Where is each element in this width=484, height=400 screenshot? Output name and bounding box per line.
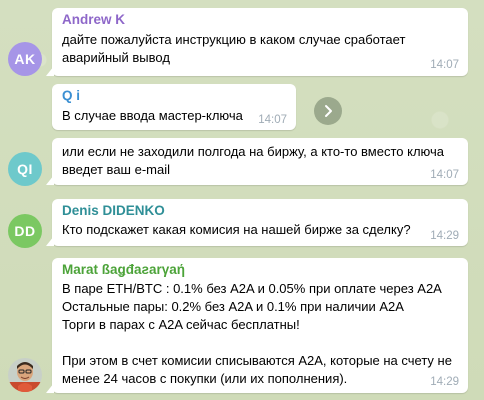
message-text-line: дайте пожалуйста инструкцию в каком случ… — [62, 32, 406, 47]
message-bubble[interactable]: или если не заходили полгода на биржу, а… — [46, 138, 468, 185]
message-bubble[interactable]: Marat ßaǥđaƨarγaή В паре ETH/BTC : 0.1% … — [46, 258, 468, 393]
sender-name[interactable]: Marat ßaǥđaƨarγaή — [62, 262, 185, 277]
message-text-line: В случае ввода мастер-ключа — [62, 108, 243, 123]
message-bubble[interactable]: Q i В случае ввода мастер-ключа 14:07 — [52, 84, 296, 130]
message-text-line: Остальные пары: 0.2% без A2A и 0.1% при … — [62, 299, 404, 314]
message-time: 14:07 — [258, 114, 287, 126]
chat-history[interactable]: AK Andrew K дайте пожалуйста инструкцию … — [0, 0, 484, 400]
message-text-line: При этом в счет комисии списываются A2A,… — [62, 353, 452, 368]
message-text-line: аварийный вывод — [62, 50, 170, 65]
message-bubble[interactable]: Denis DIDENKO Кто подскажет какая комиси… — [46, 199, 468, 246]
message-time: 14:07 — [430, 169, 459, 181]
chevron-right-icon[interactable] — [314, 97, 342, 125]
message-text-line: В паре ETH/BTC : 0.1% без A2A и 0.05% пр… — [62, 281, 442, 296]
message-time: 14:29 — [430, 230, 459, 242]
user-photo-icon[interactable] — [8, 358, 42, 392]
avatar[interactable]: DD — [8, 214, 42, 248]
message-text-line: или если не заходили полгода на биржу, а… — [62, 144, 445, 159]
avatar[interactable]: AK — [8, 42, 42, 76]
message-text-line: Кто подскажет какая комисия на нашей бир… — [62, 222, 411, 237]
message-time: 14:07 — [430, 59, 459, 71]
message-bubble[interactable]: Andrew K дайте пожалуйста инструкцию в к… — [46, 8, 468, 76]
sender-name[interactable]: Andrew K — [62, 12, 125, 27]
message-time: 14:29 — [430, 376, 459, 388]
sender-name[interactable]: Q i — [62, 88, 80, 103]
avatar[interactable]: QI — [8, 152, 42, 186]
sender-name[interactable]: Denis DIDENKO — [62, 203, 165, 218]
message-text-line: введет ваш e-mail — [62, 162, 170, 177]
message-text-line: менее 24 часов с покупки (или их пополне… — [62, 371, 348, 386]
message-text-line: Торги в парах с A2A сейчас бесплатны! — [62, 317, 300, 332]
